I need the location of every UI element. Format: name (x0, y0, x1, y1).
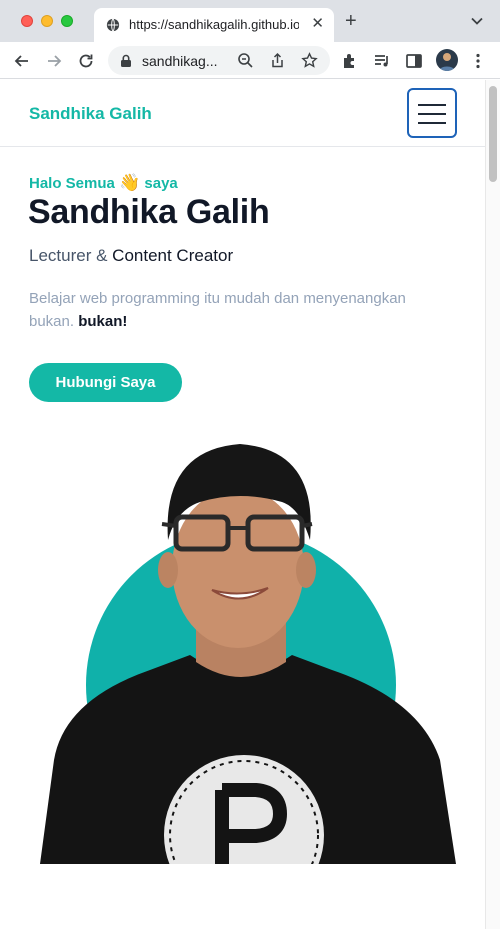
minimize-window-button[interactable] (41, 15, 53, 27)
kebab-menu-icon[interactable] (468, 51, 488, 71)
waving-hand-icon: 👋 (119, 173, 141, 192)
hamburger-line (418, 104, 446, 106)
hamburger-line (418, 113, 446, 115)
lock-icon[interactable] (120, 54, 132, 68)
share-icon[interactable] (269, 52, 286, 69)
description-bold: bukan! (78, 313, 128, 330)
role-primary: Lecturer & (29, 246, 108, 265)
url-text[interactable]: sandhikag... (142, 53, 218, 69)
side-panel-icon[interactable] (404, 51, 424, 71)
hamburger-menu-button[interactable] (407, 88, 457, 138)
zoom-icon[interactable] (237, 52, 254, 69)
back-icon[interactable] (12, 51, 32, 71)
globe-icon (106, 18, 120, 32)
hero-name: Sandhika Galih (28, 193, 270, 231)
chevron-down-icon[interactable] (470, 14, 484, 28)
new-tab-button[interactable]: + (345, 11, 357, 31)
address-bar[interactable]: sandhikag... (108, 46, 330, 75)
hero-greeting: Halo Semua 👋 saya (29, 173, 178, 193)
forward-icon[interactable] (44, 51, 64, 71)
media-icon[interactable] (372, 51, 392, 71)
reload-icon[interactable] (76, 51, 96, 71)
hero-roles: Lecturer & Content Creator (29, 246, 233, 266)
star-icon[interactable] (301, 52, 318, 69)
tab-close-button[interactable]: ✕ (311, 16, 324, 32)
scrollbar-thumb[interactable] (489, 86, 497, 182)
close-window-button[interactable] (21, 15, 33, 27)
browser-toolbar: sandhikag... (0, 42, 500, 79)
hero-description: Belajar web programming itu mudah dan me… (29, 287, 449, 333)
site-header: Sandhika Galih (0, 80, 485, 147)
greeting-text: Halo Semua (29, 175, 115, 192)
page-scrollbar[interactable] (485, 80, 500, 929)
maximize-window-button[interactable] (61, 15, 73, 27)
role-secondary: Content Creator (112, 246, 234, 265)
page-viewport: Sandhika Galih Halo Semua 👋 saya Sandhik… (0, 80, 485, 929)
hero-portrait-image (40, 444, 456, 864)
greeting-suffix: saya (144, 175, 178, 192)
brand-logo-link[interactable]: Sandhika Galih (29, 104, 152, 124)
browser-tab-bar: https://sandhikagalih.github.io/ ✕ + (0, 0, 500, 42)
browser-tab[interactable]: https://sandhikagalih.github.io/ ✕ (94, 8, 334, 42)
hamburger-line (418, 122, 446, 124)
profile-avatar[interactable] (436, 49, 458, 71)
contact-button[interactable]: Hubungi Saya (29, 363, 182, 402)
tab-title: https://sandhikagalih.github.io/ (129, 17, 299, 32)
extensions-icon[interactable] (340, 51, 360, 71)
